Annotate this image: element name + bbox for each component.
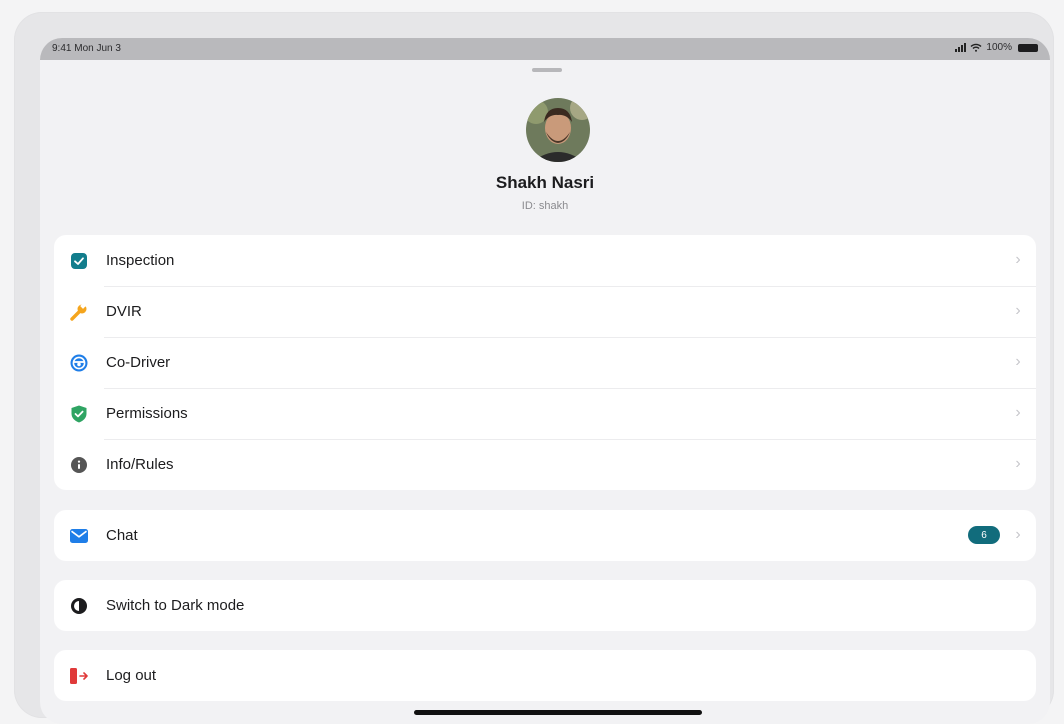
main-menu: Inspection › DVIR › Co-Driver › Permissi… (54, 235, 1036, 490)
chat-unread-badge: 6 (968, 526, 1000, 544)
menu-item-label: Info/Rules (106, 456, 174, 473)
status-bar: 9:41 Mon Jun 3 100% (40, 38, 1050, 60)
battery-percent: 100% (986, 42, 1012, 53)
chevron-right-icon: › (1015, 526, 1021, 543)
shield-check-icon (70, 405, 88, 423)
chevron-right-icon: › (1015, 251, 1021, 268)
menu-item-co-driver[interactable]: Co-Driver › (54, 337, 1036, 388)
chevron-right-icon: › (1015, 404, 1021, 421)
menu-item-inspection[interactable]: Inspection › (54, 235, 1036, 286)
sheet-grabber[interactable] (532, 68, 562, 72)
menu-item-permissions[interactable]: Permissions › (54, 388, 1036, 439)
half-moon-icon (70, 597, 88, 615)
info-icon (70, 456, 88, 474)
checkbox-icon (70, 252, 88, 270)
battery-icon (1018, 43, 1038, 52)
chevron-right-icon: › (1015, 302, 1021, 319)
steering-wheel-icon (70, 354, 88, 372)
wifi-icon (970, 43, 982, 52)
chevron-right-icon: › (1015, 353, 1021, 370)
menu-item-label: Inspection (106, 252, 175, 269)
menu-item-dvir[interactable]: DVIR › (54, 286, 1036, 337)
avatar[interactable] (526, 98, 590, 162)
logout-button[interactable]: Log out (54, 650, 1036, 701)
dark-mode-label: Switch to Dark mode (106, 597, 245, 614)
status-indicators: 100% (955, 42, 1038, 53)
logout-icon (70, 667, 88, 685)
signal-icon (955, 43, 967, 52)
menu-item-label: Co-Driver (106, 354, 171, 371)
switch-dark-mode-button[interactable]: Switch to Dark mode (54, 580, 1036, 631)
device-frame: 9:41 Mon Jun 3 100% Shakh Nasri ID: shak… (14, 12, 1054, 724)
chat-group: Chat 6 › (54, 510, 1036, 561)
appearance-group: Switch to Dark mode (54, 580, 1036, 631)
menu-item-label: DVIR (106, 303, 142, 320)
menu-item-label: Chat (106, 527, 138, 544)
logout-label: Log out (106, 667, 157, 684)
profile-name: Shakh Nasri (495, 173, 595, 192)
profile-id: ID: shakh (521, 200, 569, 212)
home-indicator[interactable] (414, 710, 702, 715)
menu-item-label: Permissions (106, 405, 188, 422)
menu-item-chat[interactable]: Chat 6 › (54, 510, 1036, 561)
wrench-icon (70, 302, 88, 321)
screen: 9:41 Mon Jun 3 100% Shakh Nasri ID: shak… (40, 38, 1050, 724)
envelope-icon (70, 527, 88, 545)
chevron-right-icon: › (1015, 455, 1021, 472)
menu-item-info-rules[interactable]: Info/Rules › (54, 439, 1036, 490)
status-time: 9:41 Mon Jun 3 (52, 43, 121, 54)
logout-group: Log out (54, 650, 1036, 701)
